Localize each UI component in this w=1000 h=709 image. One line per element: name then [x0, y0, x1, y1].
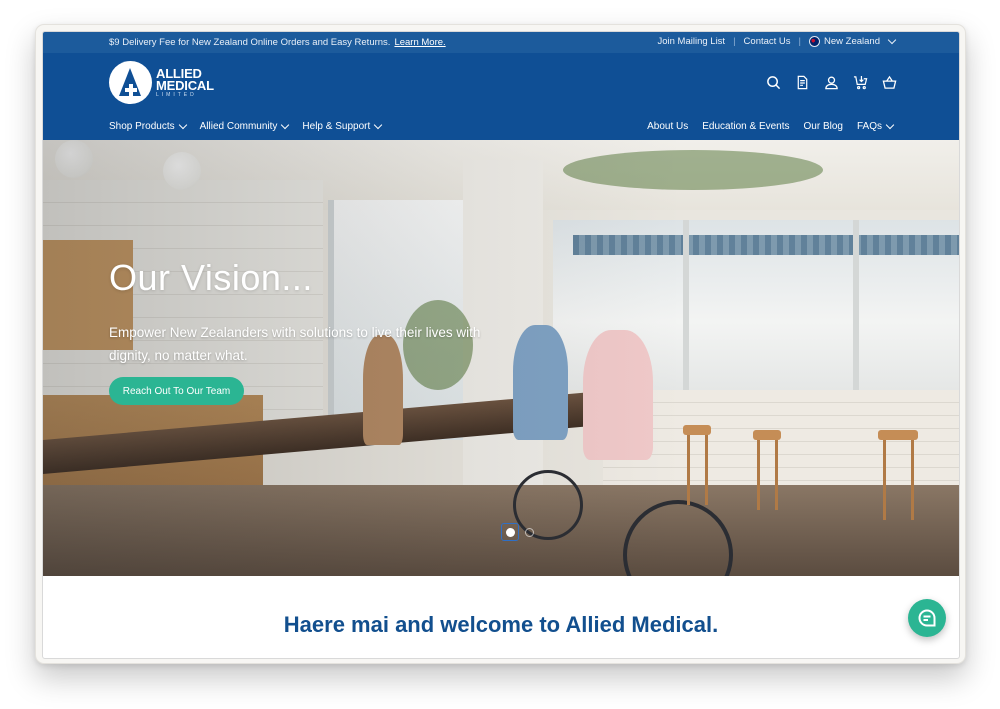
- nav-left: Shop Products Allied Community Help & Su…: [109, 120, 383, 132]
- promo-text: $9 Delivery Fee for New Zealand Online O…: [109, 37, 391, 48]
- country-label: New Zealand: [824, 36, 880, 47]
- join-mailing-list-link[interactable]: Join Mailing List: [657, 36, 725, 47]
- logo-line-2: MEDICAL: [156, 78, 214, 93]
- slide-dot-1-active[interactable]: [501, 523, 519, 541]
- chevron-down-icon: [281, 120, 290, 130]
- main-navigation: Shop Products Allied Community Help & Su…: [43, 115, 959, 140]
- nav-label: Our Blog: [803, 121, 843, 132]
- utility-links: Join Mailing List | Contact Us | New Zea…: [657, 35, 897, 47]
- hero-subtitle: Empower New Zealanders with solutions to…: [109, 325, 481, 363]
- slider-pagination: [501, 523, 534, 541]
- logo-line-3: LIMITED: [156, 92, 197, 98]
- nav-our-blog[interactable]: Our Blog: [804, 121, 843, 132]
- nav-label: About Us: [647, 121, 689, 132]
- learn-more-link[interactable]: Learn More.: [394, 37, 445, 48]
- country-selector[interactable]: New Zealand: [809, 35, 897, 47]
- chevron-down-icon: [178, 120, 187, 130]
- nav-label: FAQs: [856, 121, 882, 132]
- promo-bar: $9 Delivery Fee for New Zealand Online O…: [43, 32, 959, 53]
- chevron-down-icon: [885, 120, 895, 130]
- site-header: ALLIED MEDICAL LIMITED Shop Products All…: [43, 53, 959, 140]
- nav-help-support[interactable]: Help & Support: [302, 120, 383, 132]
- separator: |: [798, 36, 802, 47]
- account-icon[interactable]: [824, 75, 839, 90]
- nav-about-us[interactable]: About Us: [647, 121, 688, 132]
- nav-faqs[interactable]: FAQs: [856, 120, 895, 132]
- search-icon[interactable]: [766, 75, 781, 90]
- allied-medical-logo[interactable]: ALLIED MEDICAL LIMITED: [109, 61, 214, 104]
- nav-right: About Us Education & Events Our Blog FAQ…: [647, 120, 895, 132]
- nav-allied-community[interactable]: Allied Community: [199, 120, 290, 132]
- chat-bubble-icon: [918, 609, 936, 627]
- separator: |: [733, 36, 736, 47]
- nav-label: Help & Support: [302, 121, 371, 132]
- hero-title: Our Vision...: [109, 257, 313, 298]
- chevron-down-icon: [887, 35, 897, 45]
- nav-label: Education & Events: [702, 121, 790, 132]
- nav-education-events[interactable]: Education & Events: [702, 121, 789, 132]
- logo-wordmark: ALLIED MEDICAL LIMITED: [156, 67, 214, 98]
- basket-icon[interactable]: [882, 75, 897, 90]
- header-actions: [766, 75, 897, 90]
- nav-label: Shop Products: [109, 121, 175, 132]
- logo-mark-icon: [109, 61, 152, 104]
- hero-banner: Our Vision... Empower New Zealanders wit…: [43, 140, 959, 576]
- chat-widget-button[interactable]: [908, 599, 946, 637]
- chevron-down-icon: [374, 120, 383, 130]
- nav-shop-products[interactable]: Shop Products: [109, 120, 187, 132]
- slide-dot-2[interactable]: [525, 527, 534, 537]
- nav-label: Allied Community: [199, 121, 278, 132]
- quote-document-icon[interactable]: [795, 75, 810, 90]
- contact-us-link[interactable]: Contact Us: [744, 36, 791, 47]
- browser-window: $9 Delivery Fee for New Zealand Online O…: [35, 24, 966, 664]
- page-viewport: $9 Delivery Fee for New Zealand Online O…: [42, 31, 960, 659]
- nz-flag-icon: [809, 36, 821, 47]
- quick-order-cart-icon[interactable]: [853, 75, 868, 90]
- welcome-heading: Haere mai and welcome to Allied Medical.: [283, 612, 719, 637]
- reach-out-button[interactable]: Reach Out To Our Team: [109, 377, 244, 405]
- promo-message: $9 Delivery Fee for New Zealand Online O…: [109, 37, 446, 48]
